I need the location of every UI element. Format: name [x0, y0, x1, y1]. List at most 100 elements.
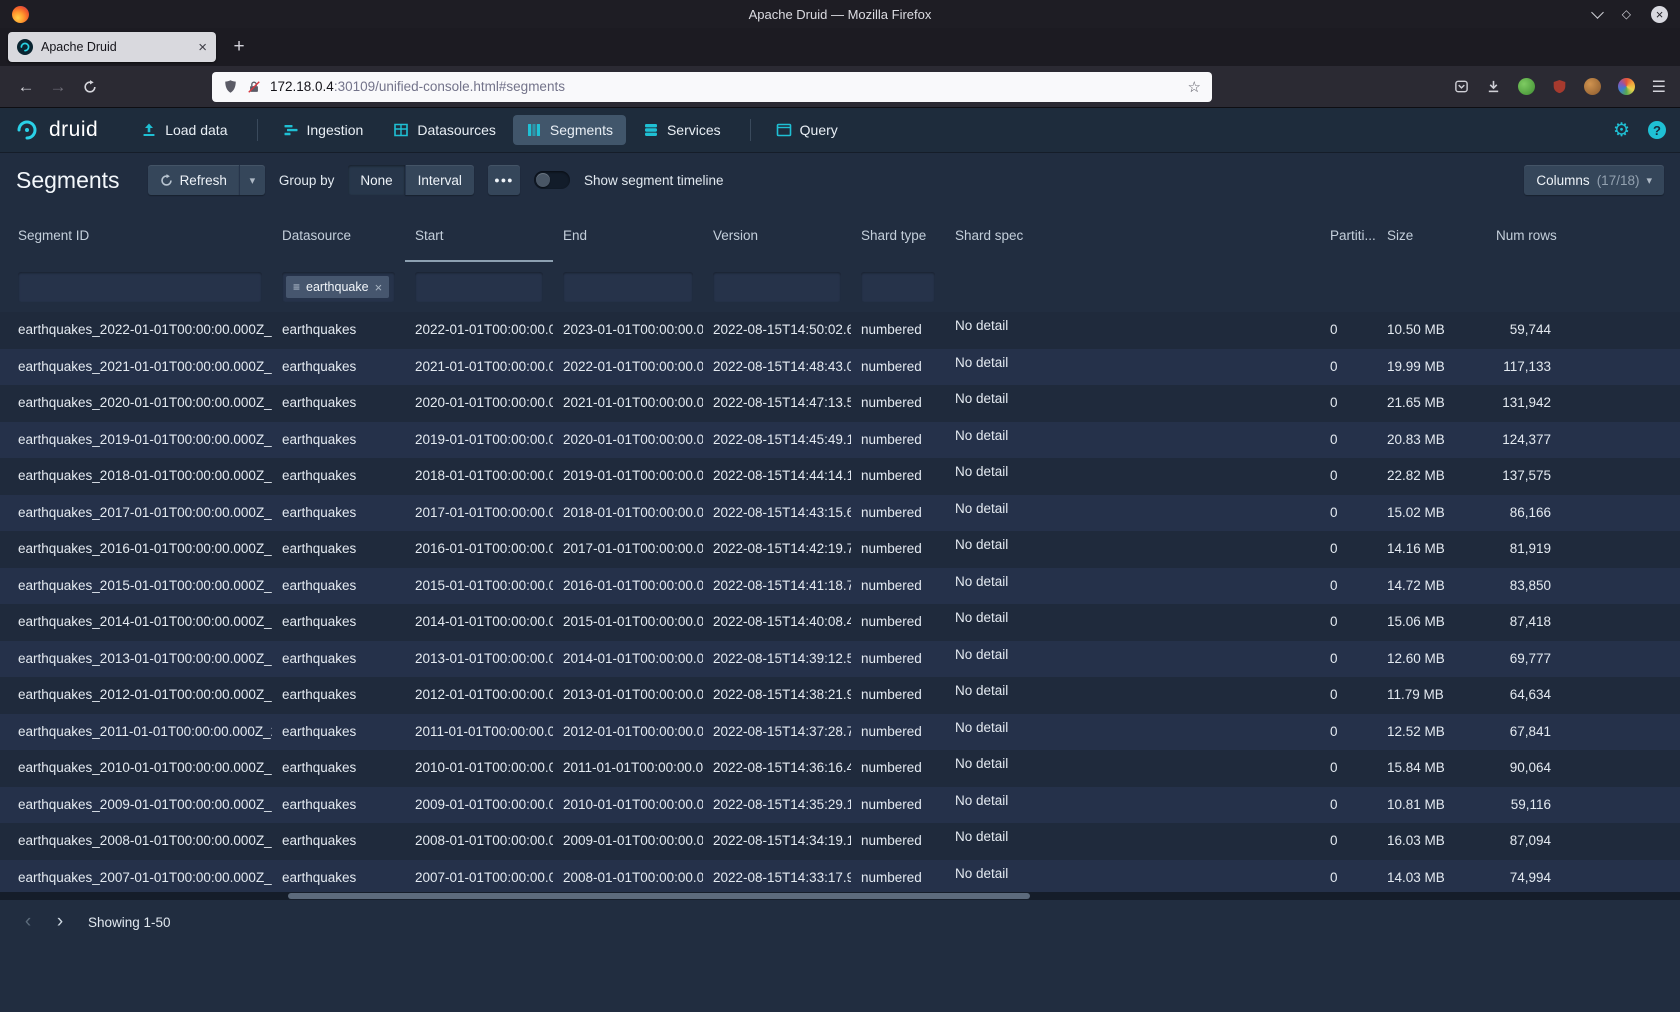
table-row[interactable]: earthquakes_2008-01-01T00:00:00.000Z_2..… [0, 823, 1680, 860]
cell-shard_spec: No detail [945, 677, 1320, 714]
column-header-partition[interactable]: Partiti... [1320, 208, 1377, 262]
column-header-start[interactable]: Start [405, 208, 553, 262]
cell-start: 2012-01-01T00:00:00.0... [405, 677, 553, 714]
filter-input-shard-type[interactable] [861, 272, 935, 302]
cell-partition: 0 [1320, 714, 1377, 751]
tracking-protection-shield-icon[interactable] [223, 79, 238, 94]
bookmark-star-icon[interactable]: ☆ [1188, 78, 1201, 96]
table-row[interactable]: earthquakes_2016-01-01T00:00:00.000Z_2..… [0, 531, 1680, 568]
forward-button[interactable]: → [42, 72, 74, 102]
druid-swirl-icon [14, 117, 40, 143]
previous-page-button[interactable]: ‹ [14, 908, 42, 936]
table-row[interactable]: earthquakes_2013-01-01T00:00:00.000Z_2..… [0, 641, 1680, 678]
cell-segment_id: earthquakes_2011-01-01T00:00:00.000Z_2..… [0, 714, 272, 751]
window-close-icon[interactable]: × [1651, 6, 1668, 23]
more-options-button[interactable]: ●●● [488, 165, 520, 195]
filter-input-segment-id[interactable] [18, 272, 262, 302]
extension-icon-green[interactable] [1518, 78, 1535, 95]
save-to-pocket-icon[interactable] [1454, 79, 1469, 94]
refresh-dropdown-button[interactable]: ▾ [239, 165, 265, 195]
upload-icon [141, 122, 157, 138]
column-header-end[interactable]: End [553, 208, 703, 262]
help-icon[interactable]: ? [1648, 121, 1666, 139]
table-row[interactable]: earthquakes_2018-01-01T00:00:00.000Z_2..… [0, 458, 1680, 495]
ublock-shield-icon[interactable] [1552, 79, 1567, 94]
nav-item-datasources[interactable]: Datasources [380, 115, 509, 145]
column-header-datasource[interactable]: Datasource [272, 208, 405, 262]
filter-input-start[interactable] [415, 272, 543, 302]
back-button[interactable]: ← [10, 72, 42, 102]
cell-shard_type: numbered [851, 714, 945, 751]
group-by-interval-button[interactable]: Interval [405, 165, 474, 195]
nav-item-label: Segments [550, 122, 613, 138]
cell-segment_id: earthquakes_2009-01-01T00:00:00.000Z_2..… [0, 787, 272, 824]
cell-datasource: earthquakes [272, 349, 405, 386]
table-row[interactable]: earthquakes_2015-01-01T00:00:00.000Z_2..… [0, 568, 1680, 605]
cell-start: 2009-01-01T00:00:00.0... [405, 787, 553, 824]
remove-filter-icon[interactable]: × [375, 280, 383, 295]
column-header-segment_id[interactable]: Segment ID [0, 208, 272, 262]
segment-timeline-toggle[interactable] [534, 171, 570, 189]
table-row[interactable]: earthquakes_2017-01-01T00:00:00.000Z_2..… [0, 495, 1680, 532]
filter-input-version[interactable] [713, 272, 841, 302]
table-row[interactable]: earthquakes_2010-01-01T00:00:00.000Z_2..… [0, 750, 1680, 787]
table-row[interactable]: earthquakes_2009-01-01T00:00:00.000Z_2..… [0, 787, 1680, 824]
filter-input-datasource[interactable]: ≡ earthquake × [282, 272, 395, 302]
downloads-icon[interactable] [1486, 79, 1501, 94]
cell-segment_id: earthquakes_2008-01-01T00:00:00.000Z_2..… [0, 823, 272, 860]
table-row[interactable]: earthquakes_2011-01-01T00:00:00.000Z_2..… [0, 714, 1680, 751]
cell-start: 2019-01-01T00:00:00.0... [405, 422, 553, 459]
cell-num_rows: 131,942 [1486, 385, 1565, 422]
insecure-lock-icon[interactable] [247, 80, 261, 94]
refresh-button[interactable]: Refresh [148, 165, 239, 195]
cell-segment_id: earthquakes_2019-01-01T00:00:00.000Z_2..… [0, 422, 272, 459]
table-row[interactable]: earthquakes_2012-01-01T00:00:00.000Z_2..… [0, 677, 1680, 714]
cell-version: 2022-08-15T14:44:14.1... [703, 458, 851, 495]
columns-button[interactable]: Columns (17/18) ▾ [1524, 165, 1664, 195]
cell-datasource: earthquakes [272, 641, 405, 678]
cell-end: 2014-01-01T00:00:00.0... [553, 641, 703, 678]
extension-icon-orange[interactable] [1584, 78, 1601, 95]
column-header-shard_spec[interactable]: Shard spec [945, 208, 1320, 262]
group-by-none-button[interactable]: None [348, 165, 404, 195]
table-row[interactable]: earthquakes_2020-01-01T00:00:00.000Z_2..… [0, 385, 1680, 422]
settings-gear-icon[interactable]: ⚙ [1613, 121, 1630, 140]
table-row[interactable]: earthquakes_2022-01-01T00:00:00.000Z_2..… [0, 312, 1680, 349]
cell-start: 2020-01-01T00:00:00.0... [405, 385, 553, 422]
datasource-filter-tag[interactable]: ≡ earthquake × [286, 276, 389, 298]
scrollbar-thumb[interactable] [288, 893, 1030, 899]
cell-version: 2022-08-15T14:37:28.7... [703, 714, 851, 751]
cell-shard_type: numbered [851, 787, 945, 824]
column-header-num_rows[interactable]: Num rows [1486, 208, 1565, 262]
table-row[interactable]: earthquakes_2014-01-01T00:00:00.000Z_2..… [0, 604, 1680, 641]
column-header-version[interactable]: Version [703, 208, 851, 262]
nav-item-services[interactable]: Services [630, 115, 734, 145]
nav-item-load-data[interactable]: Load data [128, 115, 240, 145]
column-header-shard_type[interactable]: Shard type [851, 208, 945, 262]
nav-item-query[interactable]: Query [763, 115, 851, 145]
nav-item-segments[interactable]: Segments [513, 115, 626, 145]
reload-button[interactable] [74, 72, 106, 102]
menu-icon[interactable]: ☰ [1652, 77, 1666, 97]
table-row[interactable]: earthquakes_2019-01-01T00:00:00.000Z_2..… [0, 422, 1680, 459]
window-minimize-icon[interactable] [1591, 6, 1604, 19]
pagination-footer: ‹ › Showing 1-50 [0, 900, 1680, 944]
new-tab-button[interactable]: + [224, 32, 254, 62]
view-header: Segments Refresh ▾ Group by None Interva… [0, 152, 1680, 208]
tab-close-icon[interactable]: × [198, 40, 207, 55]
window-maximize-icon[interactable]: ◇ [1622, 8, 1631, 20]
next-page-button[interactable]: › [46, 908, 74, 936]
table-row[interactable]: earthquakes_2021-01-01T00:00:00.000Z_2..… [0, 349, 1680, 386]
filter-input-end[interactable] [563, 272, 693, 302]
horizontal-scrollbar[interactable] [0, 892, 1680, 900]
druid-logo[interactable]: druid [14, 117, 98, 143]
url-bar[interactable]: 172.18.0.4:30109/unified-console.html#se… [212, 72, 1212, 102]
browser-tab-apache-druid[interactable]: Apache Druid × [8, 32, 216, 62]
cell-size: 14.03 MB [1377, 860, 1486, 897]
table-row[interactable]: earthquakes_2007-01-01T00:00:00.000Z_2..… [0, 860, 1680, 897]
cell-end: 2008-01-01T00:00:00.0... [553, 860, 703, 897]
cell-end: 2018-01-01T00:00:00.0... [553, 495, 703, 532]
extension-icon-colorful[interactable] [1618, 78, 1635, 95]
nav-item-ingestion[interactable]: Ingestion [270, 115, 377, 145]
column-header-size[interactable]: Size [1377, 208, 1486, 262]
